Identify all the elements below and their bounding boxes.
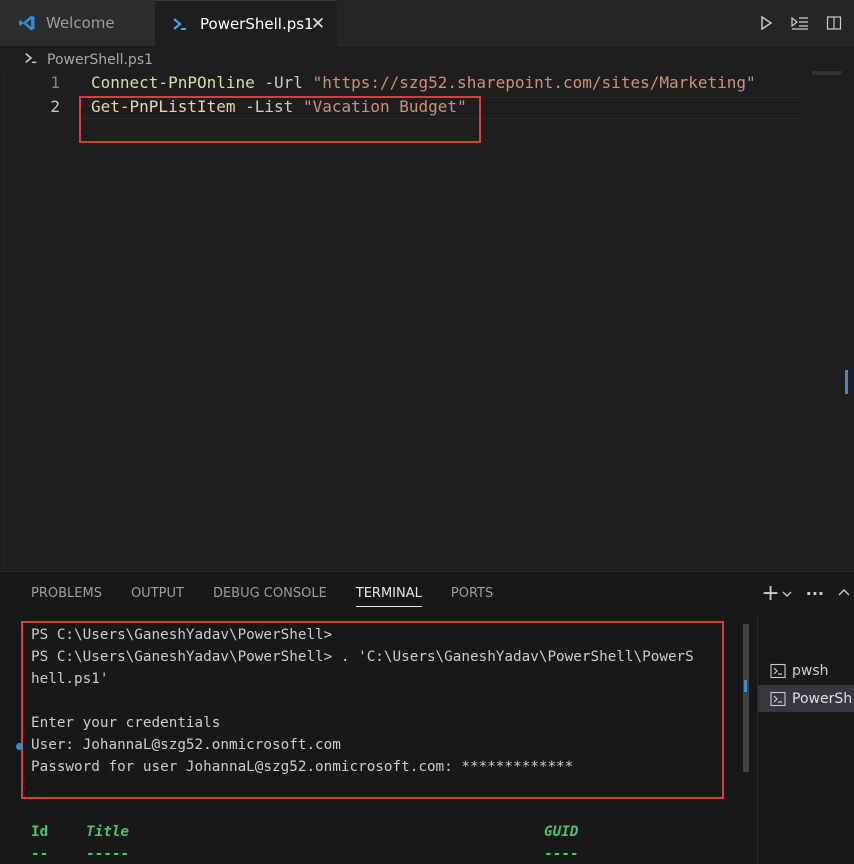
run-icon[interactable] <box>754 15 778 31</box>
terminal-scrollbar[interactable] <box>743 624 749 772</box>
column-underline: ---- <box>544 846 579 862</box>
editor-tab-bar: Welcome PowerShell.ps1 ✕ <box>0 0 854 46</box>
minimap[interactable] <box>812 71 842 75</box>
plus-icon: + <box>761 580 780 606</box>
terminal-item-pwsh[interactable]: pwsh <box>758 657 854 684</box>
chevron-down-icon <box>782 591 792 597</box>
tab-output[interactable]: OUTPUT <box>131 572 184 615</box>
bottom-panel: PROBLEMS OUTPUT DEBUG CONSOLE TERMINAL P… <box>0 571 854 864</box>
chevron-up-icon[interactable] <box>838 584 850 603</box>
tab-debug-console[interactable]: DEBUG CONSOLE <box>213 572 327 615</box>
code-editor[interactable]: 1 Connect-PnPOnline -Url "https://szg52.… <box>0 70 854 570</box>
close-icon[interactable]: ✕ <box>309 14 327 34</box>
annotation-highlight-box <box>79 96 481 143</box>
vscode-logo-icon <box>18 14 38 32</box>
editor-actions <box>754 0 854 46</box>
add-terminal-button[interactable]: + <box>761 580 792 606</box>
tab-powershell-ps1[interactable]: PowerShell.ps1 ✕ <box>155 0 337 46</box>
string-token: "https://szg52.sharepoint.com/sites/Mark… <box>312 73 756 92</box>
column-header-title: Title <box>86 824 130 840</box>
scrollbar-marker <box>845 370 848 394</box>
terminal-instance-list: pwsh PowerSh <box>757 615 854 864</box>
more-actions-icon[interactable]: ··· <box>806 584 824 603</box>
split-editor-icon[interactable] <box>822 15 846 31</box>
tab-problems[interactable]: PROBLEMS <box>31 572 102 615</box>
run-selection-icon[interactable] <box>788 15 812 31</box>
column-header-id: Id <box>31 824 49 840</box>
powershell-icon <box>172 16 192 32</box>
scrollbar-marker <box>744 680 747 692</box>
terminal-icon <box>770 663 786 679</box>
terminal-item-label: PowerSh <box>792 690 853 707</box>
breadcrumb[interactable]: PowerShell.ps1 <box>24 50 153 70</box>
command-decoration-icon <box>16 743 23 750</box>
parameter-token: -Url <box>254 73 313 92</box>
cmdlet-token: Connect-PnPOnline <box>91 73 255 92</box>
panel-tab-bar: PROBLEMS OUTPUT DEBUG CONSOLE TERMINAL P… <box>0 572 522 615</box>
terminal-item-label: pwsh <box>792 662 829 679</box>
column-underline: ----- <box>86 846 130 862</box>
line-number: 1 <box>50 73 60 92</box>
annotation-highlight-box <box>21 621 724 799</box>
terminal-icon <box>770 691 786 707</box>
line-number: 2 <box>50 97 60 116</box>
terminal-item-powershell[interactable]: PowerSh <box>758 685 854 712</box>
tab-ports[interactable]: PORTS <box>451 572 493 615</box>
panel-actions: + ··· <box>761 572 854 615</box>
tab-terminal[interactable]: TERMINAL <box>355 572 423 615</box>
tab-welcome[interactable]: Welcome <box>0 0 155 46</box>
breadcrumb-file[interactable]: PowerShell.ps1 <box>47 52 153 68</box>
tab-welcome-label: Welcome <box>46 14 115 32</box>
code-line-1[interactable]: Connect-PnPOnline -Url "https://szg52.sh… <box>91 73 756 92</box>
column-underline: -- <box>31 846 49 862</box>
powershell-icon <box>24 51 38 69</box>
column-header-guid: GUID <box>544 824 579 840</box>
tab-powershell-label: PowerShell.ps1 <box>200 14 314 33</box>
